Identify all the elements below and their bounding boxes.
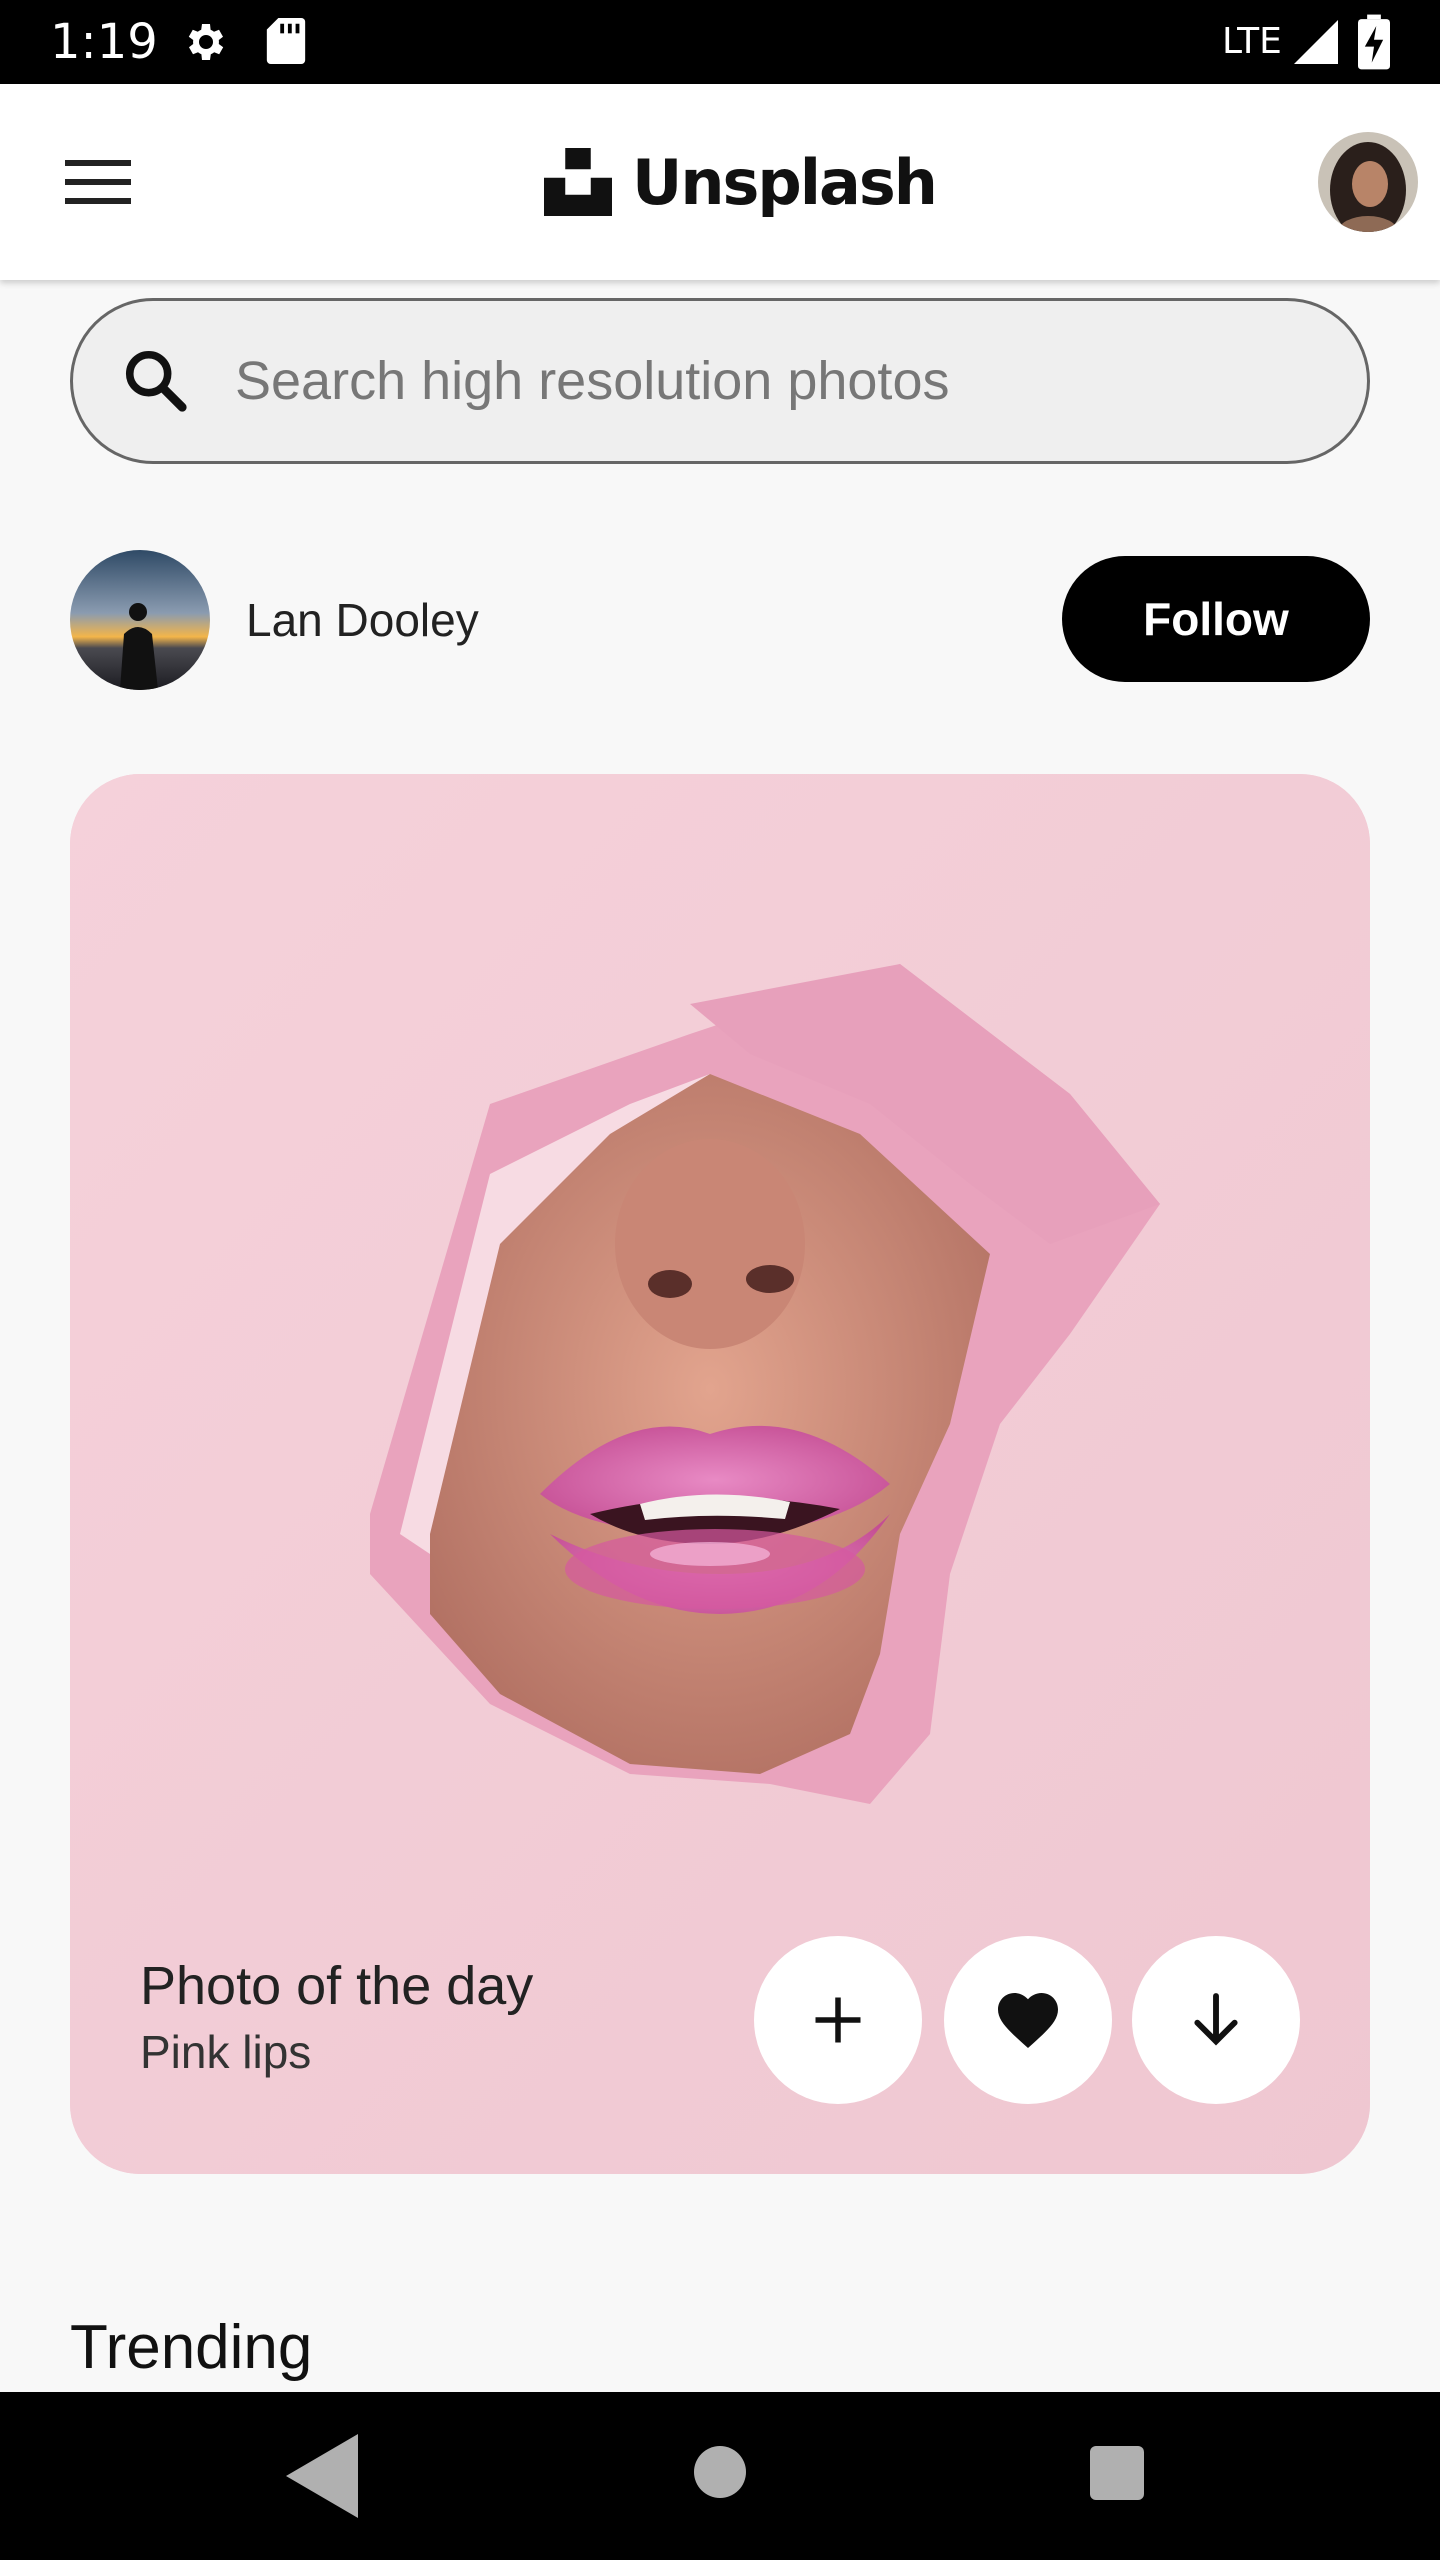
unsplash-logo-icon — [544, 148, 612, 216]
network-type: LTE — [1222, 21, 1282, 62]
system-navigation-bar — [0, 2392, 1440, 2560]
back-triangle-icon[interactable] — [286, 2434, 358, 2518]
author-photo — [70, 550, 210, 690]
home-circle-icon[interactable] — [694, 2446, 746, 2498]
menu-button[interactable] — [50, 142, 146, 222]
photo-card-title: Photo of the day — [140, 1956, 534, 2016]
sd-card-icon — [266, 18, 306, 64]
status-time: 1:19 — [50, 14, 158, 70]
cell-signal-icon — [1294, 20, 1338, 64]
author-name[interactable]: Lan Dooley — [246, 590, 479, 650]
screen: 1:19 LTE Unsplash Search high resolution… — [0, 0, 1440, 2560]
search-bar[interactable] — [70, 298, 1370, 464]
brand-name: Unsplash — [632, 145, 938, 219]
download-arrow-icon — [1194, 1993, 1238, 2046]
status-bar: 1:19 LTE — [0, 0, 1440, 84]
add-icon — [815, 1997, 861, 2043]
like-button[interactable] — [944, 1936, 1112, 2104]
brand[interactable]: Unsplash — [544, 140, 938, 224]
search-icon — [125, 350, 187, 412]
photo-of-the-day-card[interactable]: Photo of the day Pink lips — [70, 774, 1370, 2174]
profile-photo — [1318, 132, 1418, 232]
author-avatar[interactable] — [70, 550, 210, 690]
app-bar: Unsplash — [0, 84, 1440, 280]
hamburger-menu-icon — [65, 160, 131, 204]
download-button[interactable] — [1132, 1936, 1300, 2104]
follow-button[interactable]: Follow — [1062, 556, 1370, 682]
trending-section-title: Trending — [70, 2313, 313, 2382]
profile-avatar[interactable] — [1318, 132, 1418, 232]
recents-square-icon[interactable] — [1090, 2446, 1144, 2500]
heart-icon — [998, 1993, 1058, 2049]
photo-card-subtitle: Pink lips — [140, 2026, 312, 2078]
settings-gear-icon — [188, 24, 224, 60]
search-input[interactable] — [235, 341, 1235, 421]
battery-charging-icon — [1358, 14, 1390, 70]
add-to-collection-button[interactable] — [754, 1936, 922, 2104]
